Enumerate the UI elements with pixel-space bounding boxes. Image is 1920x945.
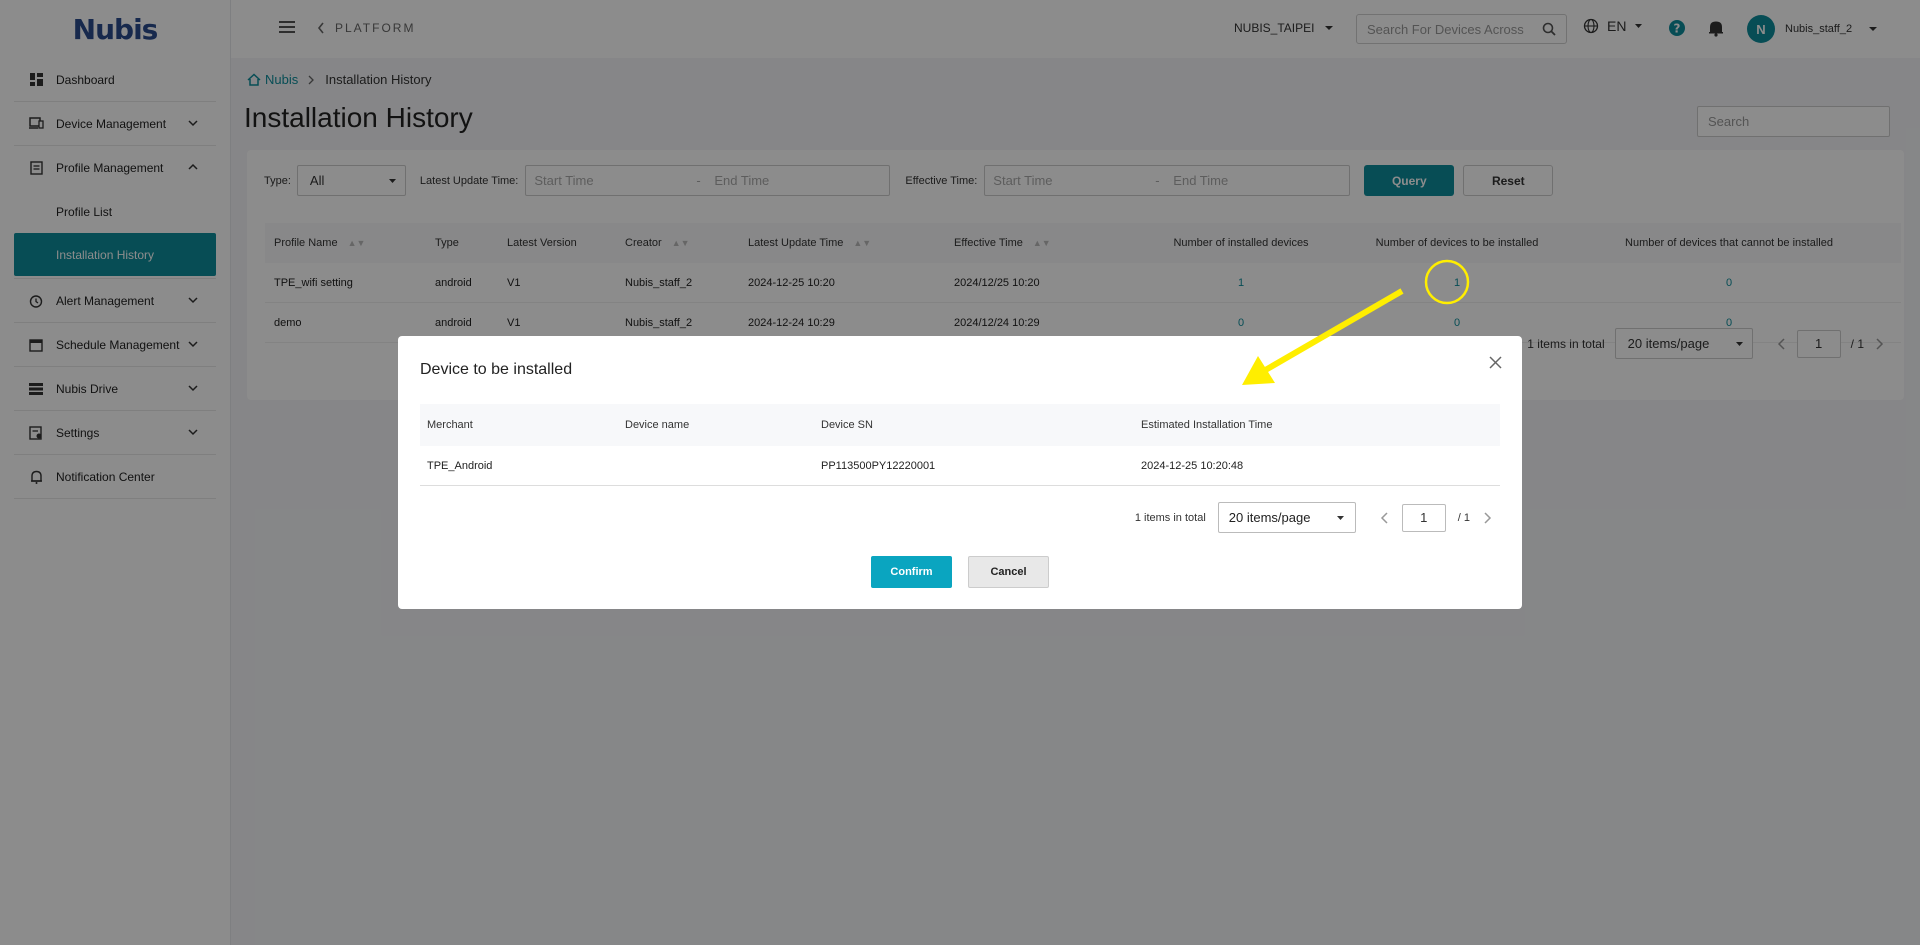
pagination-total: 1 items in total	[1134, 511, 1206, 524]
table-row: TPE_Android PP113500PY12220001 2024-12-2…	[420, 446, 1500, 486]
col-estimated-time: Estimated Installation Time	[1141, 419, 1273, 431]
next-page-icon[interactable]	[1482, 511, 1492, 525]
page-size-value: 20 items/page	[1228, 510, 1311, 525]
modal-actions: Confirm Cancel	[871, 556, 1049, 588]
device-to-be-installed-modal: Device to be installed Merchant Device n…	[398, 336, 1522, 609]
cell-estimated-time: 2024-12-25 10:20:48	[1141, 459, 1244, 472]
modal-device-table: Merchant Device name Device SN Estimated…	[420, 404, 1500, 486]
modal-pagination: 1 items in total 20 items/page 1 / 1	[1135, 502, 1492, 533]
prev-page-icon[interactable]	[1380, 511, 1390, 525]
caret-down-icon	[1336, 515, 1344, 520]
cancel-button[interactable]: Cancel	[968, 556, 1049, 588]
col-merchant: Merchant	[427, 419, 473, 431]
col-device-name: Device name	[625, 419, 690, 431]
col-device-sn: Device SN	[821, 419, 873, 431]
page-size-select[interactable]: 20 items/page	[1217, 502, 1356, 533]
page-count: / 1	[1457, 511, 1470, 524]
close-icon[interactable]	[1489, 356, 1502, 369]
modal-title: Device to be installed	[420, 361, 573, 378]
cell-merchant: TPE_Android	[427, 459, 493, 472]
page-number-input[interactable]: 1	[1401, 503, 1446, 532]
cell-device-sn: PP113500PY12220001	[821, 459, 936, 472]
confirm-button[interactable]: Confirm	[871, 556, 952, 588]
table-header: Merchant Device name Device SN Estimated…	[420, 404, 1500, 446]
